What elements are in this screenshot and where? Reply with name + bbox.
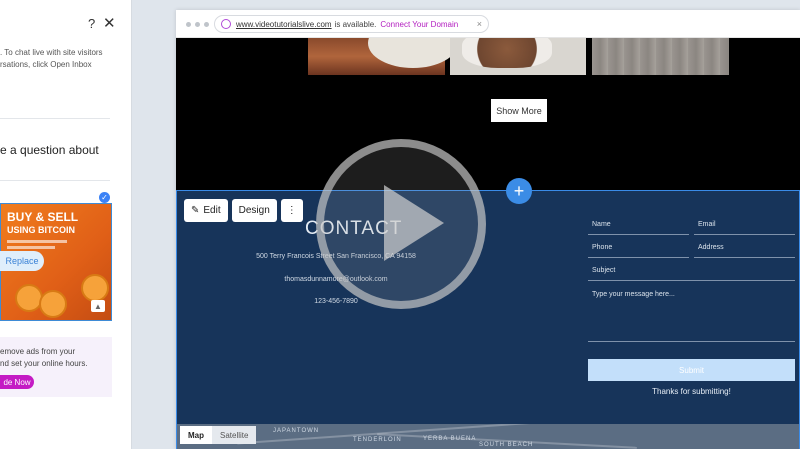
chat-settings-panel: ? ✕ . To chat live with site visitors rs… — [0, 0, 132, 449]
coin-shape — [39, 290, 67, 318]
pencil-icon: ✎ — [191, 205, 200, 216]
domain-link[interactable]: www.videotutorialslive.com — [236, 20, 332, 29]
promo-text-line: emove ads from your — [0, 347, 76, 356]
play-video-button[interactable] — [316, 139, 486, 309]
question-heading: e a question about — [0, 143, 99, 157]
submit-button[interactable]: Submit — [588, 359, 795, 381]
intro-text-line: . To chat live with site visitors — [0, 48, 103, 57]
image-title: BUY & SELL — [7, 210, 79, 224]
check-badge-icon: ✓ — [99, 192, 110, 203]
address-field[interactable]: Address — [694, 244, 795, 258]
map-widget[interactable]: JAPANTOWN TENDERLOIN YERBA BUENA SOUTH B… — [177, 424, 799, 449]
intro-text-line: rsations, click Open Inbox — [0, 60, 92, 69]
design-button[interactable]: Design — [231, 199, 277, 222]
address-bar: www.videotutorialslive.com is available.… — [176, 10, 800, 38]
browser-window: www.videotutorialslive.com is available.… — [176, 10, 800, 449]
availability-text: is available. — [334, 19, 377, 29]
subject-field[interactable]: Subject — [588, 267, 795, 281]
divider — [0, 180, 110, 181]
window-controls — [186, 22, 209, 27]
promo-text-line: nd set your online hours. — [0, 359, 88, 368]
map-label: TENDERLOIN — [353, 437, 402, 443]
help-icon[interactable]: ? — [88, 16, 95, 31]
element-toolbar: ✎ Edit Design ⋮ — [184, 199, 303, 222]
image-subtitle: USING BITCOIN — [7, 225, 76, 235]
window-dot — [195, 22, 200, 27]
connect-domain-link[interactable]: Connect Your Domain — [380, 20, 458, 29]
window-dot — [204, 22, 209, 27]
gallery-image[interactable] — [592, 38, 729, 75]
edit-button[interactable]: ✎ Edit — [184, 199, 228, 222]
close-icon[interactable]: ✕ — [103, 14, 116, 32]
window-dot — [186, 22, 191, 27]
map-label: YERBA BUENA — [423, 436, 477, 442]
show-more-button[interactable]: Show More — [491, 99, 547, 122]
image-gallery-icon[interactable]: ▲ — [91, 300, 105, 312]
thanks-message: Thanks for submitting! — [652, 387, 731, 396]
phone-field[interactable]: Phone — [588, 244, 689, 258]
map-view-button[interactable]: Map — [180, 426, 212, 444]
edit-label: Edit — [203, 205, 221, 216]
email-field[interactable]: Email — [694, 221, 795, 235]
map-label: JAPANTOWN — [273, 428, 320, 434]
upgrade-now-button[interactable]: de Now — [0, 375, 34, 389]
name-field[interactable]: Name — [588, 221, 689, 235]
globe-icon — [221, 19, 231, 29]
satellite-view-button[interactable]: Satellite — [212, 426, 257, 444]
add-section-button[interactable]: + — [506, 178, 532, 204]
close-icon[interactable]: × — [477, 19, 482, 29]
more-options-icon[interactable]: ⋮ — [280, 199, 303, 222]
site-preview: Show More ✎ Edit Design ⋮ CONTACT 500 Te… — [176, 38, 800, 449]
message-field[interactable]: Type your message here... — [588, 286, 795, 342]
play-icon — [384, 185, 444, 261]
divider — [0, 118, 110, 119]
gallery-image[interactable] — [450, 38, 586, 75]
coin-shape — [81, 274, 109, 302]
domain-notice: www.videotutorialslive.com is available.… — [214, 15, 489, 33]
contact-strip[interactable]: ✎ Edit Design ⋮ CONTACT 500 Terry Franco… — [176, 190, 800, 449]
map-type-toggle: Map Satellite — [180, 426, 257, 444]
map-label: SOUTH BEACH — [479, 442, 534, 448]
gallery-image[interactable] — [308, 38, 458, 75]
replace-button[interactable]: Replace — [0, 251, 44, 271]
